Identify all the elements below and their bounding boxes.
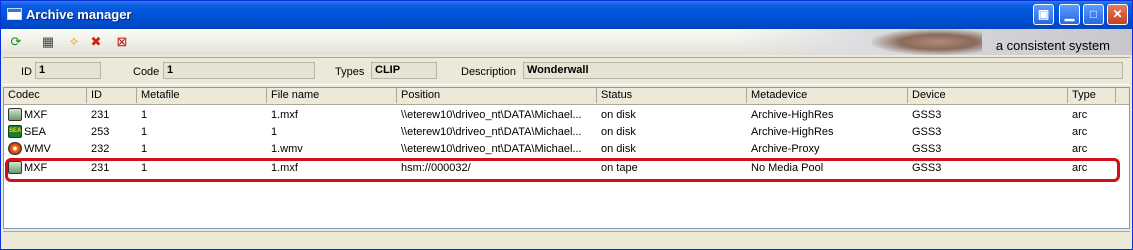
file-name-cell: 1.mxf [271,109,298,121]
sea-codec-icon: SEA [8,124,22,138]
id-cell: 253 [91,126,110,138]
column-header-id[interactable]: ID [87,88,137,103]
status-bar [3,231,1130,248]
file-name-cell: 1.wmv [271,143,303,155]
status-cell: on disk [601,143,636,155]
table-row[interactable]: WMV 232 1 1.wmv \\eterew10\driveo_nt\DAT… [4,141,1129,158]
banner-slogan: a consistent system [995,38,1110,53]
description-field[interactable]: Wonderwall [523,62,1123,79]
clip-info-bar: ID 1 Code 1 Types CLIP Description Wonde… [3,57,1130,85]
metadevice-cell: Archive-HighRes [751,126,834,138]
description-label: Description [461,66,517,78]
id-field[interactable]: 1 [35,62,101,79]
type-cell: arc [1072,126,1088,138]
status-cell: on disk [601,109,636,121]
types-label: Types [335,66,365,78]
device-cell: GSS3 [912,109,942,121]
code-field[interactable]: 1 [163,62,315,79]
type-cell: arc [1072,143,1088,155]
delete-icon[interactable]: ✖ [87,33,105,51]
metadevice-cell: Archive-Proxy [751,143,820,155]
media-icon[interactable]: ▦ [39,33,57,51]
wmv-codec-icon [8,141,22,155]
code-label: Code [133,66,160,78]
remove-media-icon[interactable]: ⊠ [113,33,131,51]
file-name-cell: 1 [271,126,278,138]
metafile-cell: 1 [141,109,148,121]
types-field[interactable]: CLIP [371,62,437,79]
table-row[interactable]: SEA SEA 253 1 1 \\eterew10\driveo_nt\DATA… [4,124,1129,141]
column-header-file-name[interactable]: File name [267,88,397,103]
column-header-metafile[interactable]: Metafile [137,88,267,103]
table-row[interactable]: MXF 231 1 1.mxf \\eterew10\driveo_nt\DAT… [4,107,1129,124]
device-cell: GSS3 [912,143,942,155]
table-header: Codec ID Metafile File name Position Sta… [4,88,1129,105]
codec-text: WMV [24,143,51,155]
column-header-status[interactable]: Status [597,88,747,103]
metafile-cell: 1 [141,126,148,138]
archive-manager-window: Archive manager ▣ ▁ □ ✕ ⟳ ▦ ✧ ✖ ⊠ a cons… [0,0,1133,250]
brand-banner: a consistent system [732,29,1132,55]
minimize-button[interactable]: ▁ [1059,4,1080,25]
codec-text: MXF [24,109,48,121]
column-header-metadevice[interactable]: Metadevice [747,88,908,103]
column-header-device[interactable]: Device [908,88,1068,103]
window-icon [7,8,22,20]
selected-row-highlight [5,158,1120,182]
device-cell: GSS3 [912,126,942,138]
codec-text: SEA [24,126,47,138]
type-cell: arc [1072,109,1088,121]
maximize-button[interactable]: □ [1083,4,1104,25]
position-cell: \\eterew10\driveo_nt\DATA\Michael... [401,143,582,155]
position-cell: \\eterew10\driveo_nt\DATA\Michael... [401,109,582,121]
column-header-position[interactable]: Position [397,88,597,103]
column-header-type[interactable]: Type [1068,88,1116,103]
title-bar[interactable]: Archive manager ▣ ▁ □ ✕ [1,1,1132,29]
open-icon[interactable]: ✧ [65,33,83,51]
metadevice-cell: Archive-HighRes [751,109,834,121]
banner-image [872,29,982,55]
codec-cell: MXF [4,107,87,124]
position-cell: \\eterew10\driveo_nt\DATA\Michael... [401,126,582,138]
codec-cell: WMV [4,141,87,158]
refresh-icon[interactable]: ⟳ [7,33,25,51]
restore-pane-button[interactable]: ▣ [1033,4,1054,25]
window-title: Archive manager [26,7,132,22]
metafile-cell: 1 [141,143,148,155]
status-cell: on disk [601,126,636,138]
codec-cell: SEA SEA [4,124,87,141]
close-button[interactable]: ✕ [1107,4,1128,25]
column-header-codec[interactable]: Codec [4,88,87,103]
id-label: ID [21,66,32,78]
mxf-codec-icon [8,107,22,121]
id-cell: 231 [91,109,110,121]
id-cell: 232 [91,143,110,155]
